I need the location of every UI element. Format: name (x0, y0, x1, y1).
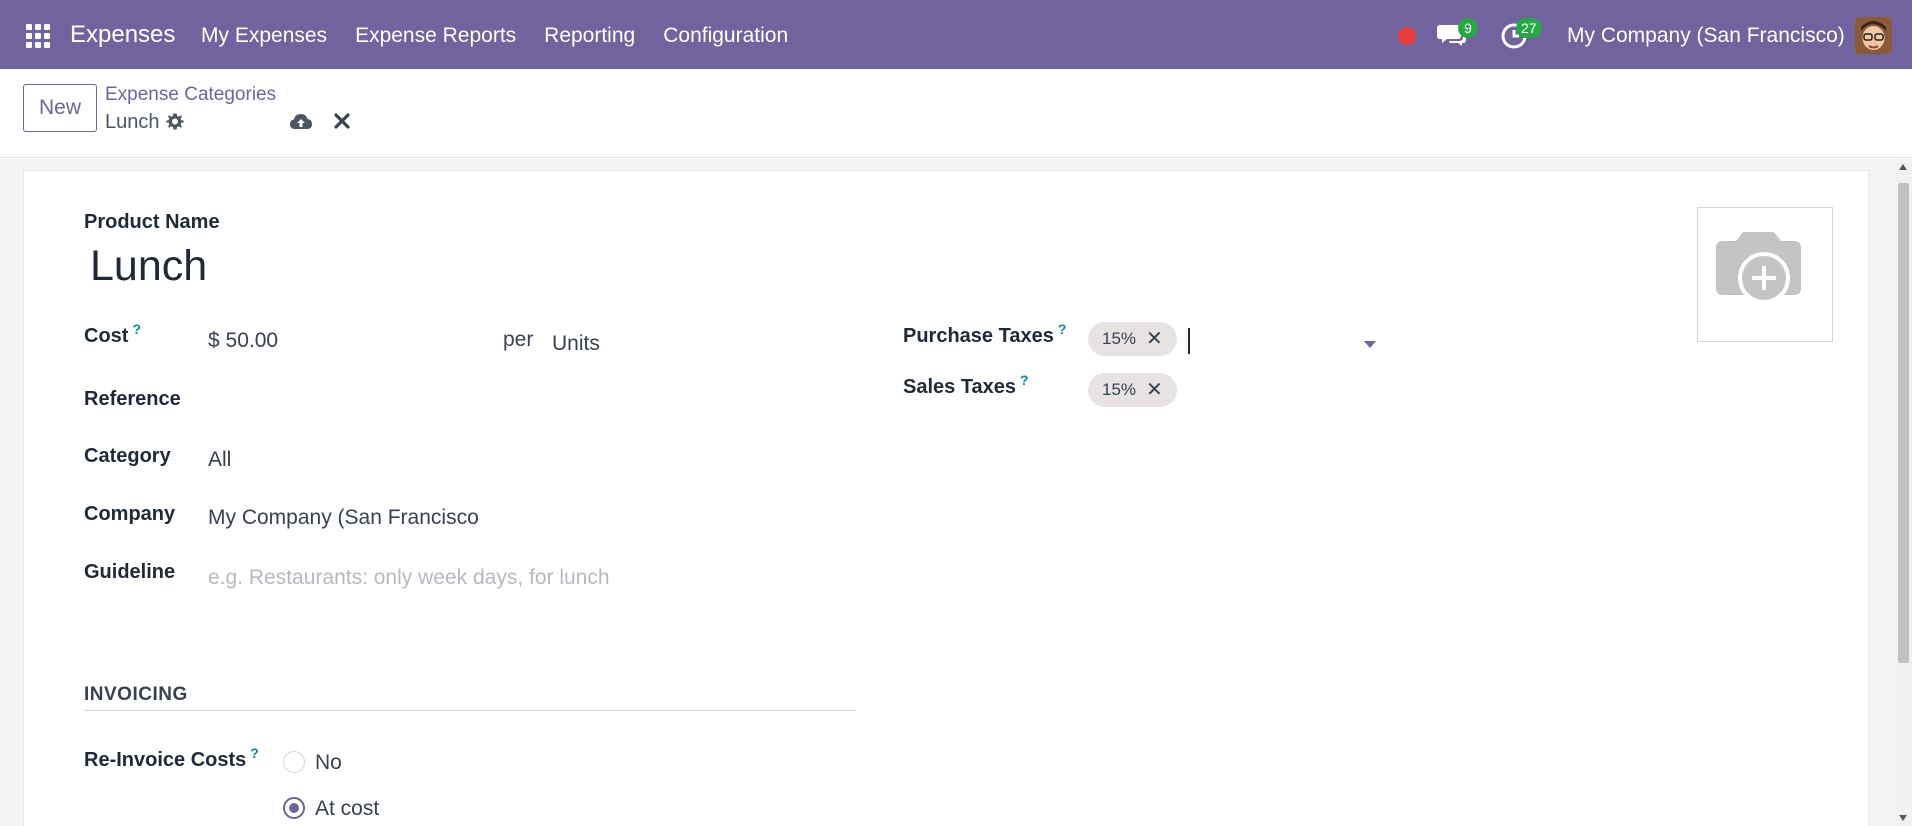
menu-configuration[interactable]: Configuration (663, 24, 788, 48)
app-grid-icon[interactable] (26, 24, 50, 48)
reinvoice-label-text: Re-Invoice Costs (84, 749, 247, 771)
purchase-taxes-label: Purchase Taxes? (903, 321, 1066, 348)
cost-label: Cost? (84, 321, 141, 348)
company-switcher[interactable]: My Company (San Francisco) (1567, 24, 1845, 48)
company-label: Company (84, 503, 176, 525)
user-avatar[interactable] (1855, 17, 1892, 54)
reinvoice-option-no-label[interactable]: No (315, 751, 342, 775)
sales-taxes-label-text: Sales Taxes (903, 376, 1017, 398)
camera-add-icon (1716, 232, 1801, 304)
reinvoice-option-at-cost-label[interactable]: At cost (315, 797, 379, 821)
remove-tag-icon[interactable]: ✕ (1146, 322, 1163, 356)
sales-taxes-help-icon[interactable]: ? (1020, 372, 1029, 388)
dropdown-arrow-icon[interactable] (1364, 341, 1376, 348)
cost-help-icon[interactable]: ? (132, 321, 141, 337)
reinvoice-help-icon[interactable]: ? (250, 745, 259, 761)
new-button[interactable]: New (23, 84, 97, 132)
scroll-up-arrow-icon[interactable] (1899, 164, 1907, 170)
record-indicator-icon[interactable] (1398, 27, 1416, 45)
vertical-scrollbar[interactable] (1895, 159, 1912, 826)
sales-tax-tag: 15% ✕ (1088, 373, 1177, 407)
company-select[interactable]: My Company (San Francisco (208, 506, 479, 530)
purchase-tax-tag-label: 15% (1102, 329, 1137, 348)
guideline-label: Guideline (84, 561, 176, 583)
chat-count-badge: 9 (1458, 18, 1478, 38)
control-panel: New Expense Categories Lunch (0, 69, 1912, 158)
discard-close-icon[interactable] (333, 112, 351, 130)
invoicing-section-title: INVOICING (84, 684, 188, 705)
purchase-taxes-input[interactable] (1188, 328, 1190, 354)
scroll-thumb[interactable] (1898, 183, 1909, 663)
avatar-face-icon (1855, 17, 1892, 54)
section-divider (84, 710, 856, 711)
purchase-taxes-label-text: Purchase Taxes (903, 325, 1054, 347)
product-name-label: Product Name (84, 211, 220, 233)
reference-input[interactable] (208, 388, 848, 416)
app-name[interactable]: Expenses (70, 21, 175, 49)
scroll-down-arrow-icon[interactable] (1899, 815, 1907, 821)
sales-taxes-label: Sales Taxes? (903, 372, 1029, 399)
per-label: per (503, 328, 534, 351)
menu-reporting[interactable]: Reporting (544, 24, 635, 48)
reinvoice-radio-no[interactable] (283, 751, 305, 773)
menu-expense-reports[interactable]: Expense Reports (355, 24, 516, 48)
uom-select[interactable]: Units (552, 332, 600, 356)
reference-label: Reference (84, 388, 181, 410)
breadcrumb-parent[interactable]: Expense Categories (105, 84, 276, 106)
main-menu: My Expenses Expense Reports Reporting Co… (201, 24, 788, 48)
category-select[interactable]: All (208, 448, 231, 472)
sales-tax-tag-label: 15% (1102, 380, 1137, 399)
purchase-tax-tag: 15% ✕ (1088, 322, 1177, 356)
reinvoice-radio-at-cost[interactable] (283, 797, 305, 819)
product-image-upload[interactable] (1697, 207, 1833, 342)
form-sheet (23, 170, 1869, 826)
menu-my-expenses[interactable]: My Expenses (201, 24, 327, 48)
remove-tag-icon[interactable]: ✕ (1146, 373, 1163, 407)
reinvoice-label: Re-Invoice Costs? (84, 745, 259, 772)
breadcrumb-current: Lunch (105, 111, 160, 133)
activity-count-badge: 27 (1516, 18, 1542, 38)
save-cloud-icon[interactable] (289, 111, 313, 133)
category-label: Category (84, 445, 171, 467)
top-navbar: Expenses My Expenses Expense Reports Rep… (0, 0, 1912, 69)
purchase-taxes-help-icon[interactable]: ? (1058, 321, 1067, 337)
cost-label-text: Cost (84, 325, 129, 347)
gear-icon[interactable] (165, 112, 185, 132)
product-name-input[interactable]: Lunch (90, 242, 207, 291)
cost-input[interactable]: $ 50.00 (208, 329, 278, 353)
guideline-input[interactable]: e.g. Restaurants: only week days, for lu… (208, 566, 610, 590)
